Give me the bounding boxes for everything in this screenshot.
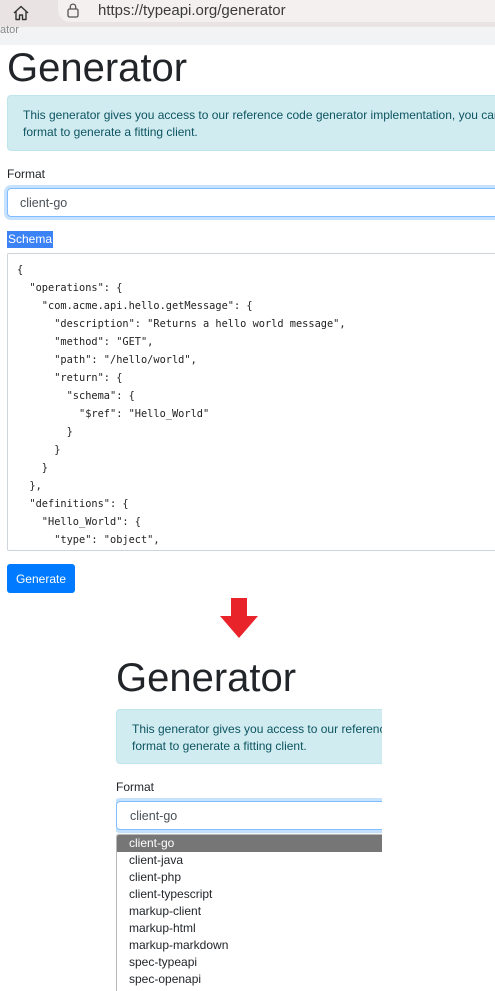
lock-icon — [66, 2, 80, 18]
zoomed-view: Generator This generator gives you acces… — [116, 640, 382, 991]
generate-button[interactable]: Generate — [7, 564, 75, 593]
dropdown-option[interactable]: spec-openapi — [117, 971, 382, 988]
dropdown-option-selected[interactable]: client-go — [117, 835, 382, 852]
zoom-info-alert: This generator gives you access to our r… — [116, 709, 382, 764]
zoom-format-label: Format — [116, 780, 155, 794]
schema-code[interactable]: { "operations": { "com.acme.api.hello.ge… — [17, 261, 346, 549]
info-alert-line-2: format to generate a fitting client. — [23, 125, 198, 139]
format-dropdown-list[interactable]: client-go client-java client-php client-… — [116, 834, 382, 991]
schema-editor[interactable]: { "operations": { "com.acme.api.hello.ge… — [7, 253, 495, 551]
zoom-info-alert-line-1: This generator gives you access to our r… — [132, 722, 382, 736]
dropdown-option[interactable]: markup-html — [117, 920, 382, 937]
dropdown-option[interactable]: markup-markdown — [117, 937, 382, 954]
breadcrumb: ator — [0, 24, 19, 36]
zoom-page-title: Generator — [116, 656, 297, 700]
zoom-info-alert-text: This generator gives you access to our r… — [132, 721, 382, 755]
page-title: Generator — [7, 46, 188, 90]
arrow-down-icon — [219, 597, 259, 639]
page-top-strip — [0, 27, 495, 45]
format-select[interactable]: client-go — [7, 188, 495, 217]
dropdown-option[interactable]: spec-typeapi — [117, 954, 382, 971]
format-select-value: client-go — [20, 196, 68, 210]
info-alert-text: This generator gives you access to our r… — [23, 107, 495, 141]
dropdown-option[interactable]: markup-client — [117, 903, 382, 920]
dropdown-option[interactable]: client-php — [117, 869, 382, 886]
dropdown-option[interactable]: client-java — [117, 852, 382, 869]
dropdown-option[interactable]: client-typescript — [117, 886, 382, 903]
format-label: Format — [7, 167, 46, 181]
zoom-format-select-value: client-go — [130, 809, 178, 823]
home-icon[interactable] — [10, 3, 32, 23]
url-text[interactable]: https://typeapi.org/generator — [98, 2, 286, 19]
info-alert-line-1: This generator gives you access to our r… — [23, 108, 495, 122]
zoom-info-alert-line-2: format to generate a fitting client. — [132, 739, 307, 753]
info-alert: This generator gives you access to our r… — [7, 95, 495, 151]
schema-label: Schema — [7, 231, 54, 248]
zoom-format-select[interactable]: client-go — [116, 801, 382, 830]
